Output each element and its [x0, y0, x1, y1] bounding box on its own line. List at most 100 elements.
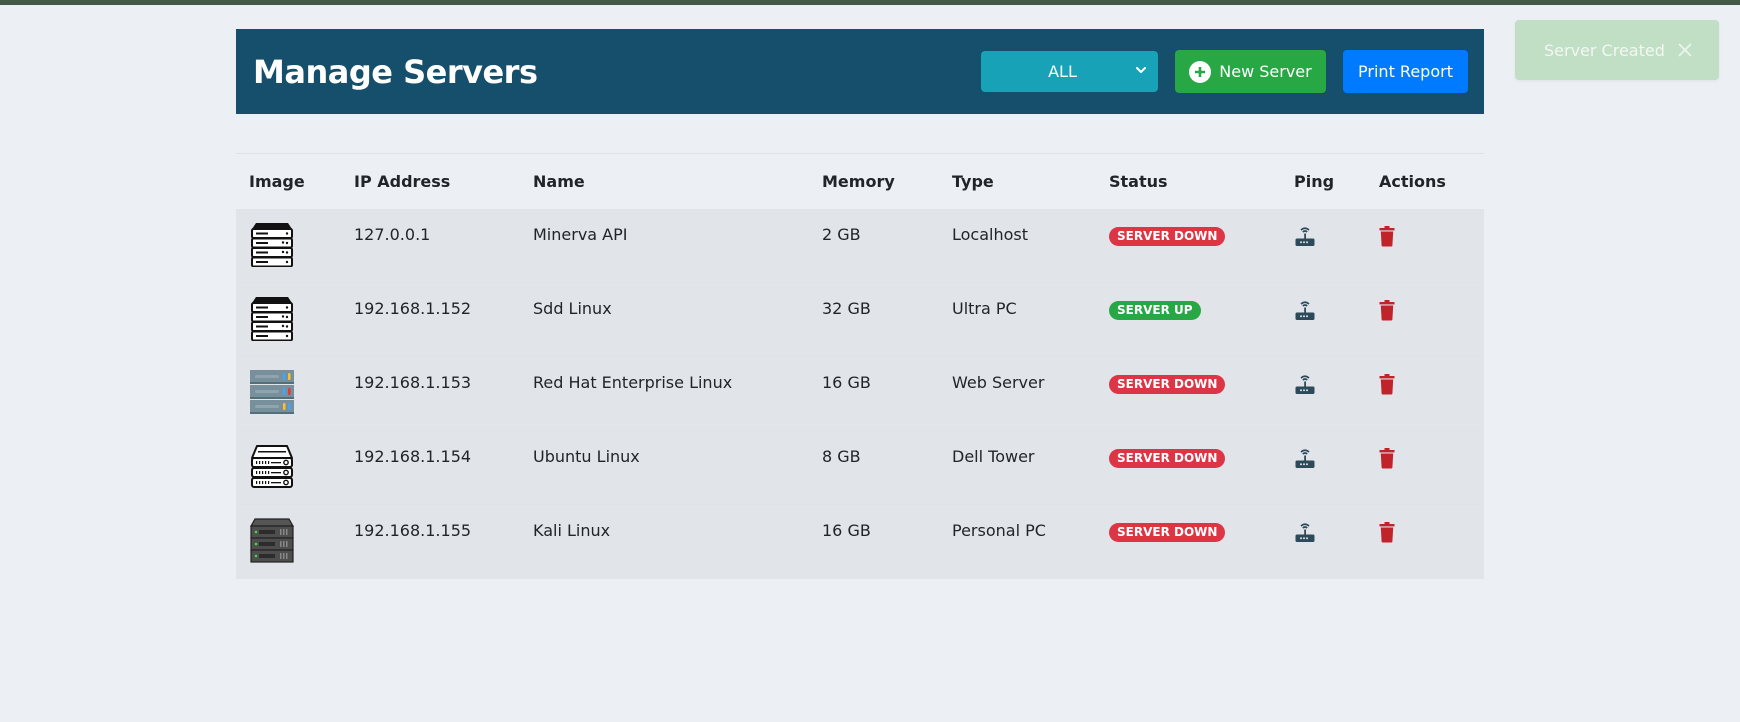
- ip-address: 192.168.1.155: [354, 521, 472, 540]
- ping-button[interactable]: [1294, 225, 1316, 251]
- memory-cell: 16 GB: [809, 356, 939, 431]
- filter-selected-value: ALL: [1048, 62, 1077, 81]
- ip-address: 192.168.1.152: [354, 299, 472, 318]
- ip-address: 192.168.1.153: [354, 373, 472, 392]
- table-row: 127.0.0.1 Minerva API 2 GB Localhost SER…: [236, 208, 1484, 283]
- status-cell: SERVER DOWN: [1096, 430, 1281, 505]
- close-icon[interactable]: [1677, 42, 1693, 58]
- router-wifi-icon: [1295, 375, 1315, 394]
- column-header-actions: Actions: [1366, 153, 1484, 209]
- status-badge: SERVER DOWN: [1109, 226, 1226, 246]
- table-row: 192.168.1.153 Red Hat Enterprise Linux 1…: [236, 356, 1484, 431]
- status-badge: SERVER DOWN: [1109, 449, 1226, 468]
- print-report-label: Print Report: [1358, 62, 1453, 81]
- memory-value: 8 GB: [822, 447, 861, 466]
- actions-cell: [1366, 430, 1484, 505]
- type-cell: Localhost: [939, 209, 1096, 283]
- name-cell: Sdd Linux: [520, 282, 809, 357]
- page-title: Manage Servers: [253, 52, 538, 91]
- server-type: Personal PC: [952, 521, 1046, 540]
- server-rack-outline-icon: [251, 445, 293, 488]
- type-cell: Web Server: [939, 356, 1096, 431]
- column-header-ping: Ping: [1281, 153, 1366, 209]
- ping-cell: [1281, 356, 1366, 431]
- table-header-row: Image IP Address Name Memory Type Status…: [236, 153, 1484, 209]
- ping-cell: [1281, 282, 1366, 357]
- new-server-label: New Server: [1219, 62, 1312, 81]
- column-header-image: Image: [236, 153, 341, 209]
- server-rack-gray-icon: [249, 518, 295, 563]
- image-cell: [236, 209, 341, 283]
- memory-value: 32 GB: [822, 299, 871, 318]
- name-cell: Red Hat Enterprise Linux: [520, 356, 809, 431]
- name-cell: Ubuntu Linux: [520, 430, 809, 505]
- name-cell: Kali Linux: [520, 504, 809, 579]
- header-controls: ALL New Server Print Report: [981, 50, 1468, 93]
- table-row: 192.168.1.154 Ubuntu Linux 8 GB Dell Tow…: [236, 430, 1484, 505]
- trash-icon: [1379, 448, 1395, 469]
- trash-icon: [1379, 300, 1395, 321]
- server-type: Ultra PC: [952, 299, 1017, 318]
- server-rack-black-icon: [251, 297, 293, 341]
- memory-value: 16 GB: [822, 373, 871, 392]
- router-wifi-icon: [1295, 523, 1315, 542]
- status-cell: SERVER DOWN: [1096, 504, 1281, 579]
- ip-address-cell: 192.168.1.153: [341, 356, 520, 431]
- router-wifi-icon: [1295, 226, 1315, 246]
- new-server-button[interactable]: New Server: [1175, 50, 1326, 93]
- servers-table-wrapper: Image IP Address Name Memory Type Status…: [236, 153, 1484, 579]
- delete-button[interactable]: [1379, 521, 1395, 547]
- print-report-button[interactable]: Print Report: [1343, 50, 1468, 93]
- delete-button[interactable]: [1379, 373, 1395, 399]
- ip-address-cell: 192.168.1.152: [341, 282, 520, 357]
- chevron-down-icon: [1136, 67, 1146, 73]
- image-cell: [236, 282, 341, 357]
- column-header-status: Status: [1096, 153, 1281, 209]
- status-filter-select[interactable]: ALL: [981, 51, 1158, 92]
- status-badge: SERVER DOWN: [1109, 375, 1226, 394]
- top-bar: [0, 0, 1740, 5]
- memory-value: 16 GB: [822, 521, 871, 540]
- ip-address-cell: 127.0.0.1: [341, 209, 520, 283]
- ip-address-cell: 192.168.1.154: [341, 430, 520, 505]
- trash-icon: [1379, 225, 1395, 246]
- delete-button[interactable]: [1379, 299, 1395, 325]
- image-cell: [236, 430, 341, 505]
- server-type: Web Server: [952, 373, 1045, 392]
- toast-notification: Server Created: [1515, 20, 1719, 80]
- column-header-memory: Memory: [809, 153, 939, 209]
- column-header-type: Type: [939, 153, 1096, 209]
- memory-value: 2 GB: [822, 224, 861, 244]
- trash-icon: [1379, 522, 1395, 543]
- memory-cell: 32 GB: [809, 282, 939, 357]
- type-cell: Ultra PC: [939, 282, 1096, 357]
- router-wifi-icon: [1295, 449, 1315, 468]
- name-cell: Minerva API: [520, 209, 809, 283]
- actions-cell: [1366, 504, 1484, 579]
- ping-button[interactable]: [1294, 373, 1316, 399]
- table-row: 192.168.1.152 Sdd Linux 32 GB Ultra PC S…: [236, 282, 1484, 357]
- ping-button[interactable]: [1294, 299, 1316, 325]
- delete-button[interactable]: [1379, 447, 1395, 473]
- memory-cell: 8 GB: [809, 430, 939, 505]
- delete-button[interactable]: [1379, 225, 1395, 251]
- ping-cell: [1281, 430, 1366, 505]
- trash-icon: [1379, 374, 1395, 395]
- status-cell: SERVER DOWN: [1096, 356, 1281, 431]
- actions-cell: [1366, 282, 1484, 357]
- memory-cell: 2 GB: [809, 209, 939, 283]
- server-rack-colored-icon: [250, 370, 294, 414]
- servers-table: Image IP Address Name Memory Type Status…: [236, 153, 1484, 579]
- status-badge: SERVER DOWN: [1109, 523, 1226, 542]
- plus-circle-icon: [1189, 60, 1212, 83]
- ping-button[interactable]: [1294, 521, 1316, 547]
- server-name: Red Hat Enterprise Linux: [533, 373, 733, 392]
- server-name: Minerva API: [533, 224, 628, 244]
- column-header-name: Name: [520, 153, 809, 209]
- ping-button[interactable]: [1294, 447, 1316, 473]
- page-header: Manage Servers ALL New Server Print Repo…: [236, 29, 1484, 114]
- memory-cell: 16 GB: [809, 504, 939, 579]
- server-name: Sdd Linux: [533, 299, 612, 318]
- server-name: Kali Linux: [533, 521, 611, 540]
- type-cell: Personal PC: [939, 504, 1096, 579]
